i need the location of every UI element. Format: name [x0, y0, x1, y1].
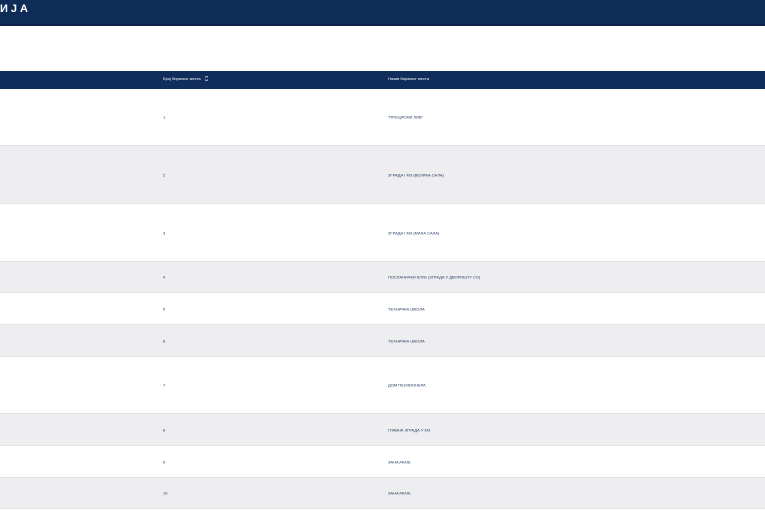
table-row[interactable]: 2 ЗГРАДА I МЗ (ВЕЛИКА САЛА)	[0, 146, 765, 204]
polling-stations-table: 1 "ПРЕЦИОНИ ЛИВ" 2 ЗГРАДА I МЗ (ВЕЛИКА С…	[0, 89, 765, 509]
table-row[interactable]: 6 ТЕХНИЧКА ШКОЛА	[0, 325, 765, 357]
station-name: ЗАНАЈЧИЈЕ	[388, 490, 411, 496]
sort-icon[interactable]	[204, 76, 209, 82]
station-name: ЗАНАЈЧИЈЕ	[388, 459, 411, 464]
station-number: 10	[163, 490, 168, 496]
station-number: 3	[163, 230, 166, 235]
station-number: 6	[163, 338, 166, 343]
table-row[interactable]: 1 "ПРЕЦИОНИ ЛИВ"	[0, 89, 765, 146]
station-number: 7	[163, 382, 166, 388]
station-name: ЗГРАДА I МЗ (ВЕЛИКА САЛА)	[388, 172, 444, 177]
station-name: ЗГРАДА I МЗ (МАЛА САЛА)	[388, 230, 440, 235]
station-number: 2	[163, 172, 166, 177]
table-row[interactable]: 4 ПОСЛАНИЧКИ КЛУБ (ЗГРАДА У ДВОРИШТУ СО)	[0, 262, 765, 293]
top-header-bar: ИЈА	[0, 0, 765, 26]
station-name: ДОМ ПЕНЗИОНЕРА	[388, 382, 426, 388]
table-row[interactable]: 10 ЗАНАЈЧИЈЕ	[0, 478, 765, 509]
table-row[interactable]: 3 ЗГРАДА I МЗ (МАЛА САЛА)	[0, 204, 765, 262]
page-title: ИЈА	[0, 3, 31, 15]
station-name: ПОСЛАНИЧКИ КЛУБ (ЗГРАДА У ДВОРИШТУ СО)	[388, 274, 481, 280]
station-number: 1	[163, 114, 166, 120]
station-name: ТЕХНИЧКА ШКОЛА	[388, 306, 425, 311]
station-number: 4	[163, 274, 166, 280]
table-header: Број бирачког места Назив бирачког места	[0, 71, 765, 89]
table-row[interactable]: 7 ДОМ ПЕНЗИОНЕРА	[0, 357, 765, 414]
station-number: 5	[163, 306, 166, 311]
table-row[interactable]: 9 ЗАНАЈЧИЈЕ	[0, 446, 765, 478]
station-name: ГЛАВНА ЗГРАДА У МЗ	[388, 427, 431, 432]
station-name: "ПРЕЦИОНИ ЛИВ"	[388, 114, 424, 120]
station-name: ТЕХНИЧКА ШКОЛА	[388, 338, 425, 343]
station-number: 9	[163, 459, 166, 464]
column-header-number-label: Број бирачког места	[163, 76, 201, 81]
station-number: 8	[163, 427, 166, 432]
column-header-name-label: Назив бирачког места	[388, 76, 429, 81]
table-row[interactable]: 5 ТЕХНИЧКА ШКОЛА	[0, 293, 765, 325]
column-header-name[interactable]: Назив бирачког места	[388, 76, 429, 81]
table-row[interactable]: 8 ГЛАВНА ЗГРАДА У МЗ	[0, 414, 765, 446]
column-header-number[interactable]: Број бирачког места	[163, 76, 209, 82]
